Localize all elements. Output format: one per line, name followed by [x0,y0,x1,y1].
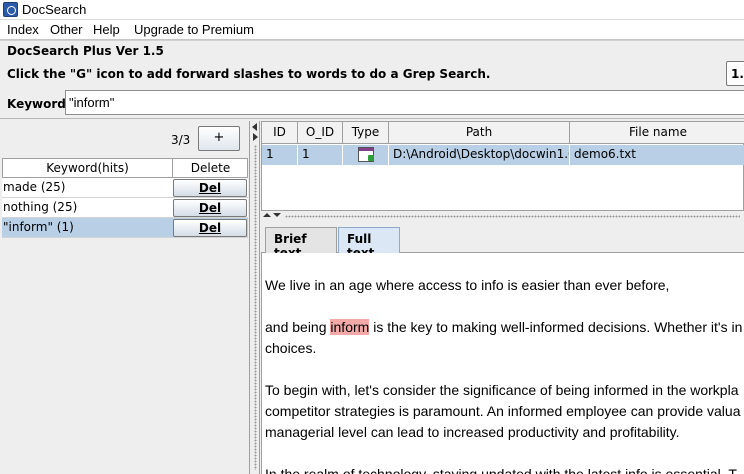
keyword-highlight: inform [330,319,370,335]
title-bar: DocSearch [0,0,744,20]
keyword-count: 3/3 [171,133,191,147]
app-version-title: DocSearch Plus Ver 1.5 [7,44,164,58]
column-header-type[interactable]: Type [343,122,389,143]
table-row[interactable]: nothing (25) Del [2,198,248,218]
keyword-table-header: Keyword(hits) Delete [2,158,248,178]
text-line: choices. [265,340,317,356]
expand-down-icon[interactable] [273,213,281,217]
text-line: We live in an age where access to info i… [265,277,670,293]
text-segment: and being [265,319,331,335]
keyword-cell: made (25) [3,180,66,194]
table-row[interactable]: 1 1 D:\Android\Desktop\docwin1.0... demo… [262,145,744,165]
text-line: managerial level can lead to increased p… [265,424,680,440]
text-line: In the realm of technology, staying upda… [265,466,737,474]
delete-label: Del [198,181,222,195]
id-cell: 1 [262,145,298,165]
delete-button[interactable]: Del [173,219,247,237]
header-panel: DocSearch Plus Ver 1.5 Click the "G" ico… [0,40,744,118]
keyword-input[interactable]: "inform" [65,90,744,115]
text-line: and being inform is the key to making we… [265,317,744,338]
table-row[interactable]: "inform" (1) Del [2,218,248,238]
text-view-tabs: Brief text Full text [261,223,744,260]
menu-upgrade-premium[interactable]: Upgrade to Premium [134,22,254,37]
column-header-path[interactable]: Path [389,122,570,143]
keyword-panel: 3/3 + Keyword(hits) Delete made (25) Del… [0,121,250,474]
expand-right-icon[interactable] [253,133,258,141]
keyword-cell: "inform" (1) [3,220,74,234]
splitter-grip[interactable] [285,215,740,218]
text-segment: is the key to making well-informed decis… [369,319,743,335]
delete-label: Del [198,221,222,235]
app-icon [3,2,18,17]
column-header-o-id[interactable]: O_ID [298,122,343,143]
horizontal-split-divider[interactable] [261,211,744,223]
text-line: To begin with, let's consider the signif… [265,382,739,398]
menu-other[interactable]: Other [50,22,83,37]
document-text: We live in an age where access to info i… [265,275,744,474]
add-keyword-button[interactable]: + [198,126,240,151]
menu-index[interactable]: Index [7,22,39,37]
tab-full-text[interactable]: Full text [338,227,400,260]
table-row[interactable]: made (25) Del [2,178,248,198]
window-title: DocSearch [22,2,87,17]
delete-button[interactable]: Del [173,179,247,197]
results-table: ID O_ID Type Path File name 1 1 D:\Andro… [261,121,744,211]
results-table-header: ID O_ID Type Path File name [262,122,744,144]
column-header-file-name[interactable]: File name [570,122,744,143]
grep-hint-text: Click the "G" icon to add forward slashe… [7,67,491,81]
collapse-up-icon[interactable] [263,213,271,217]
path-cell: D:\Android\Desktop\docwin1.0... [389,145,570,165]
text-line: competitor strategies is paramount. An i… [265,403,741,419]
menu-bar: Index Other Help Upgrade to Premium [0,20,744,40]
delete-label: Del [198,201,222,215]
type-cell [343,145,389,165]
column-header-delete[interactable]: Delete [173,159,248,177]
splitter-grip[interactable] [254,145,257,470]
collapse-left-icon[interactable] [252,123,257,131]
o-id-cell: 1 [298,145,343,165]
vertical-split-divider[interactable] [250,121,260,474]
keyword-cell: nothing (25) [3,200,78,214]
tab-brief-text[interactable]: Brief text [265,227,337,260]
keyword-table: Keyword(hits) Delete made (25) Del nothi… [2,158,248,238]
column-header-keyword[interactable]: Keyword(hits) [3,159,173,177]
delete-button[interactable]: Del [173,199,247,217]
keyword-label: Keyword: [7,97,71,111]
column-header-id[interactable]: ID [262,122,298,143]
document-icon [358,147,374,162]
index-button[interactable]: 1. i [726,61,744,86]
file-name-cell: demo6.txt [570,145,744,165]
menu-help[interactable]: Help [93,22,120,37]
document-view[interactable]: We live in an age where access to info i… [261,253,744,474]
